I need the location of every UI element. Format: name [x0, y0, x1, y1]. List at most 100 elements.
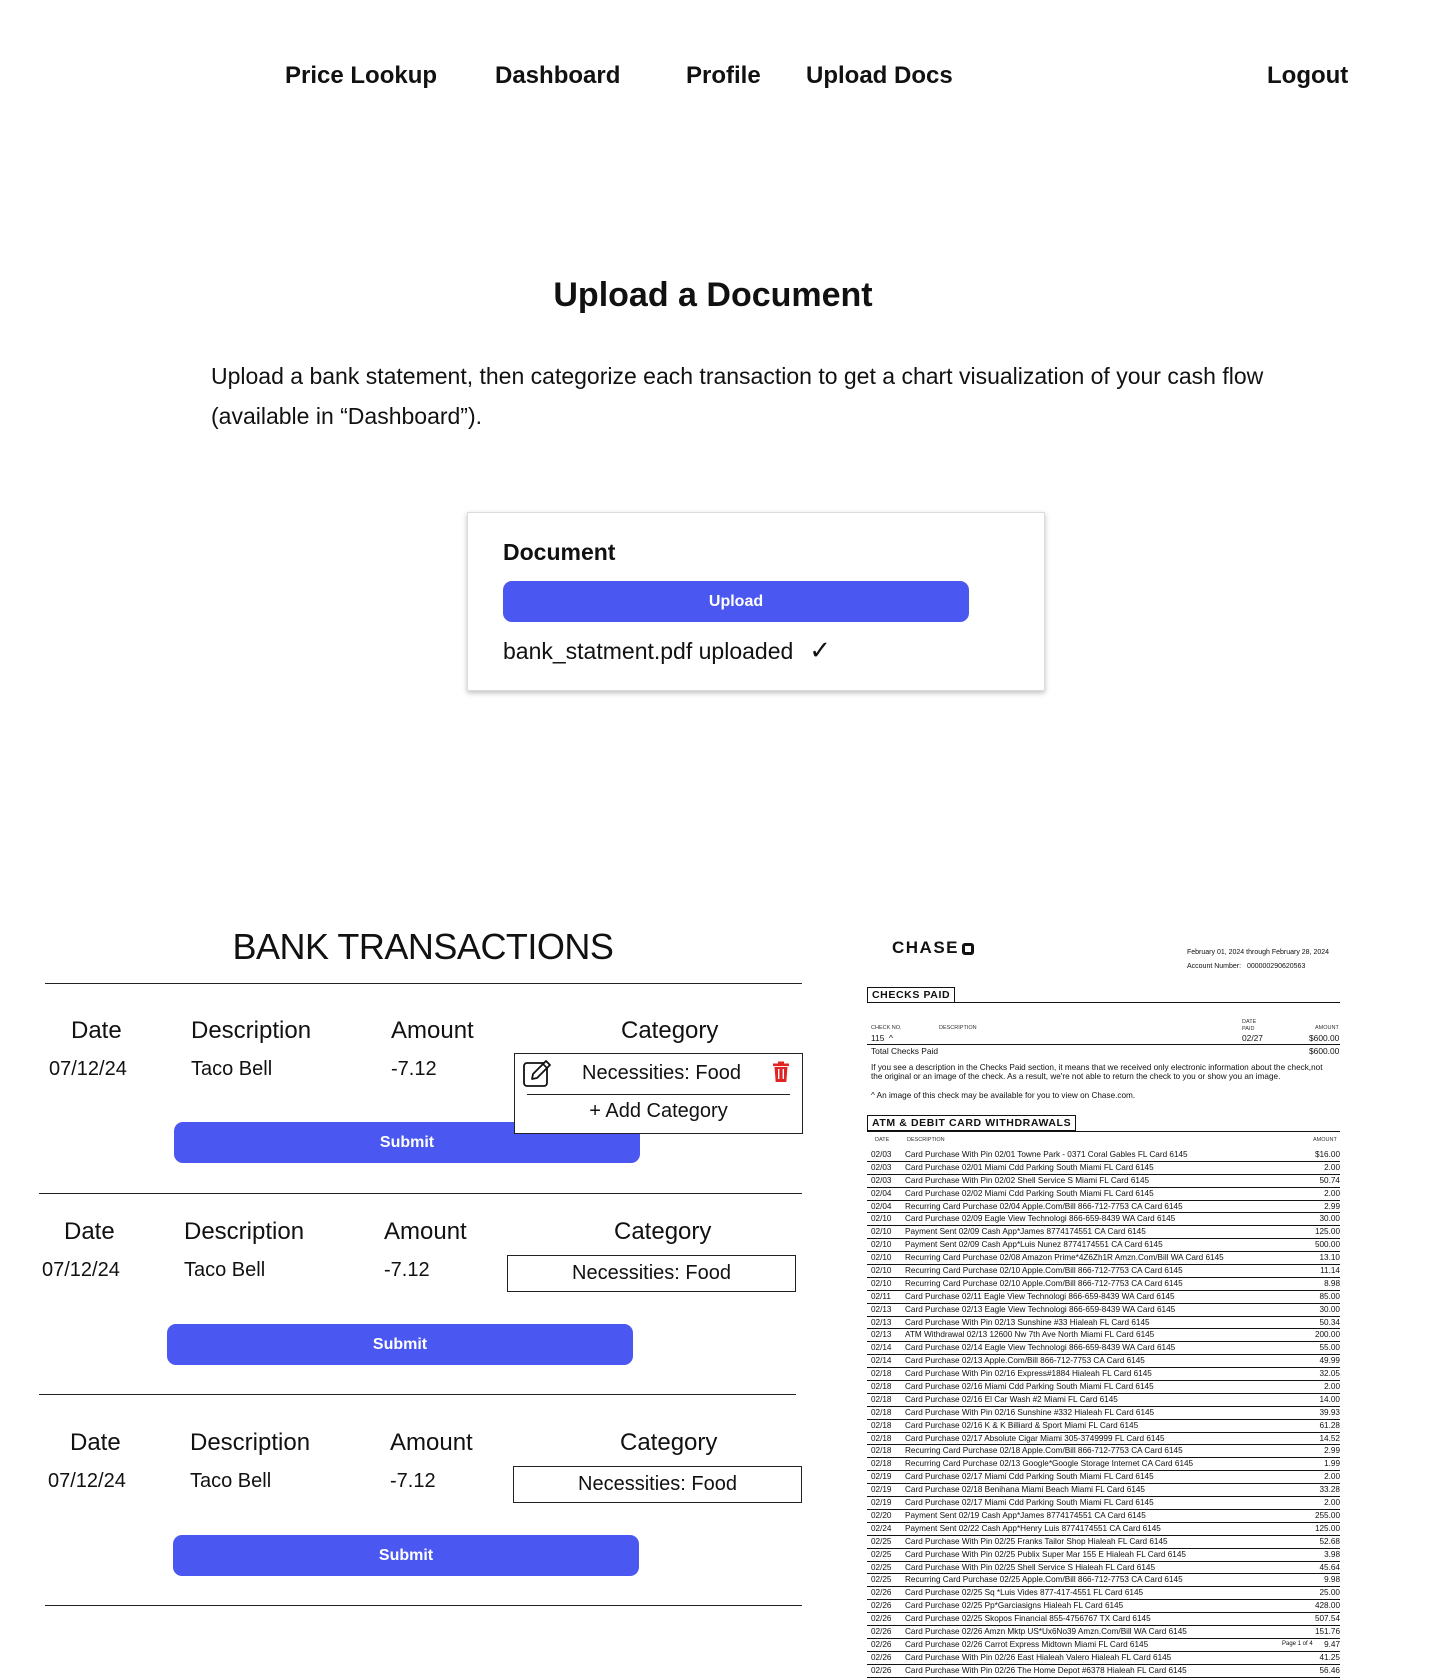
statement-row: 02/14 Card Purchase 02/13 Apple.Com/Bill … [867, 1355, 1341, 1369]
statement-row-date: 02/26 [871, 1626, 892, 1636]
statement-row: 02/26 Card Purchase 02/25 Sq *Luis Vides … [867, 1587, 1341, 1601]
row-rule [867, 1044, 1340, 1045]
statement-row-description: Card Purchase 02/17 Miami Cdd Parking So… [905, 1498, 1154, 1508]
submit-button[interactable]: Submit [173, 1535, 639, 1576]
statement-row-date: 02/03 [871, 1162, 892, 1172]
col-amount: AMOUNT [1315, 1025, 1339, 1031]
statement-row-date: 02/19 [871, 1498, 892, 1508]
statement-row-amount: 55.00 [1319, 1343, 1341, 1353]
statement-row: 02/10 Payment Sent 02/09 Cash App*James 8… [867, 1226, 1340, 1240]
statement-row: 02/18 Card Purchase 02/16 El Car Wash #2 … [867, 1394, 1340, 1407]
chase-logo: CHASE [892, 938, 975, 958]
statement-row-description: Recurring Card Purchase 02/08 Amazon Pri… [905, 1253, 1224, 1263]
upload-button[interactable]: Upload [503, 581, 969, 622]
statement-row-description: Recurring Card Purchase 02/13 Google*Goo… [905, 1459, 1194, 1469]
statement-row-description: Card Purchase With Pin 02/16 Sunshine #3… [905, 1407, 1155, 1417]
statement-row: 02/18 Card Purchase 02/17 Absolute Cigar … [867, 1433, 1340, 1446]
bank-name: CHASE [892, 938, 960, 957]
statement-row: 02/11 Card Purchase 02/11 Eagle View Tech… [867, 1291, 1340, 1304]
statement-row-amount: 2.00 [1324, 1162, 1340, 1172]
check-image-mark: ^ [889, 1033, 893, 1043]
statement-row-description: Payment Sent 02/09 Cash App*James 877417… [905, 1227, 1146, 1237]
statement-row-date: 02/26 [871, 1639, 892, 1649]
statement-row-amount: 428.00 [1314, 1601, 1340, 1611]
statement-row-date: 02/10 [871, 1253, 892, 1263]
statement-row-amount: 49.99 [1319, 1356, 1341, 1366]
statement-row-amount: 9.98 [1324, 1575, 1340, 1585]
transaction-amount: -7.12 [390, 1470, 436, 1492]
statement-row-date: 02/25 [871, 1549, 892, 1559]
check-number-value: 115 [871, 1033, 885, 1043]
statement-row-amount: 125.00 [1314, 1523, 1340, 1533]
statement-row-amount: 2.00 [1324, 1188, 1340, 1198]
upload-status: bank_statment.pdf uploaded ✓ [503, 635, 831, 666]
statement-row-date: 02/18 [871, 1459, 892, 1469]
statement-row-description: Recurring Card Purchase 02/18 Apple.Com/… [905, 1446, 1183, 1456]
statement-period: February 01, 2024 through February 28, 2… [1187, 949, 1330, 956]
transaction-description: Taco Bell [191, 1058, 273, 1080]
statement-row-date: 02/18 [871, 1420, 892, 1430]
trash-icon[interactable] [772, 1061, 790, 1088]
statement-row-amount: 2.00 [1324, 1498, 1340, 1508]
statement-row-date: 02/26 [871, 1652, 892, 1662]
statement-row-amount: 2.00 [1324, 1382, 1340, 1392]
statement-row-description: Card Purchase 02/14 Eagle View Technolog… [905, 1343, 1176, 1353]
statement-row-date: 02/19 [871, 1472, 892, 1482]
statement-row: 02/18 Recurring Card Purchase 02/18 Apple… [867, 1445, 1340, 1459]
statement-row-date: 02/04 [871, 1201, 892, 1211]
nav-upload-docs[interactable]: Upload Docs [806, 62, 953, 90]
withdrawals-heading: ATM & DEBIT CARD WITHDRAWALS [867, 1115, 1077, 1131]
statement-row-amount: 11.14 [1320, 1266, 1340, 1276]
checkmark-icon: ✓ [809, 635, 832, 665]
statement-row-date: 02/24 [871, 1523, 892, 1533]
add-category-option[interactable]: + Add Category [515, 1100, 802, 1123]
statement-row-description: Recurring Card Purchase 02/04 Apple.Com/… [905, 1201, 1183, 1211]
statement-row-description: Card Purchase 02/01 Miami Cdd Parking So… [905, 1162, 1154, 1172]
statement-row-date: 02/10 [871, 1278, 892, 1288]
statement-row: 02/03 Card Purchase With Pin 02/01 Towne … [867, 1149, 1340, 1162]
statement-row-amount: 25.00 [1319, 1588, 1341, 1598]
statement-row-amount: 507.54 [1314, 1614, 1340, 1624]
statement-row-date: 02/14 [871, 1343, 892, 1353]
statement-row-date: 02/10 [871, 1227, 892, 1237]
statement-row-description: Card Purchase 02/26 Carrot Express Midto… [905, 1639, 1149, 1649]
category-header: Category [621, 1017, 719, 1044]
statement-row-date: 02/20 [871, 1510, 892, 1520]
account-number-value: 000000290620563 [1246, 963, 1306, 970]
statement-row: 02/14 Card Purchase 02/14 Eagle View Tech… [867, 1342, 1341, 1356]
statement-row-date: 02/18 [871, 1407, 892, 1417]
category-select[interactable]: Necessities: Food [507, 1255, 796, 1292]
statement-row-date: 02/10 [871, 1266, 892, 1276]
statement-row-date: 02/19 [871, 1485, 892, 1495]
upload-card: Document Upload bank_statment.pdf upload… [467, 512, 1045, 691]
statement-row: 02/04 Recurring Card Purchase 02/04 Apple… [867, 1201, 1340, 1214]
transaction-date: 07/12/24 [42, 1259, 120, 1281]
statement-row: 02/10 Recurring Card Purchase 02/08 Amazo… [867, 1252, 1341, 1266]
statement-row-date: 02/26 [871, 1665, 892, 1675]
statement-row-description: Payment Sent 02/22 Cash App*Henry Luis 8… [905, 1523, 1161, 1533]
statement-row: 02/26 Card Purchase 02/26 Carrot Express … [867, 1639, 1340, 1652]
check-amount: $600.00 [1309, 1033, 1340, 1043]
account-number: Account Number: 000000290620563 [1187, 963, 1305, 970]
statement-row: 02/25 Card Purchase With Pin 02/25 Shell … [867, 1562, 1340, 1575]
statement-row-description: Card Purchase 02/17 Miami Cdd Parking So… [905, 1472, 1154, 1482]
statement-row-description: Card Purchase With Pin 02/25 Franks Tail… [905, 1536, 1168, 1546]
statement-row-description: Card Purchase 02/16 K & K Billiard & Spo… [905, 1420, 1139, 1430]
statement-row-date: 02/25 [871, 1575, 892, 1585]
statement-row-amount: 50.74 [1319, 1175, 1341, 1185]
transaction-description: Taco Bell [190, 1470, 272, 1492]
statement-row-date: 02/13 [871, 1317, 892, 1327]
statement-row-date: 02/13 [871, 1304, 892, 1314]
category-option-selected[interactable]: Necessities: Food [515, 1054, 802, 1092]
statement-row: 02/10 Card Purchase 02/09 Eagle View Tech… [867, 1213, 1340, 1227]
submit-button[interactable]: Submit [167, 1324, 633, 1365]
description-header: Description [184, 1218, 305, 1245]
statement-row: 02/25 Card Purchase With Pin 02/25 Franks… [867, 1536, 1340, 1549]
category-dropdown[interactable]: Necessities: Food + Add Category [514, 1053, 803, 1134]
statement-row-description: Card Purchase With Pin 02/01 Towne Park … [905, 1150, 1188, 1159]
nav-logout[interactable]: Logout [1267, 62, 1348, 90]
category-select[interactable]: Necessities: Food [513, 1466, 802, 1503]
edit-icon[interactable] [521, 1058, 553, 1095]
amount-header: Amount [384, 1218, 467, 1245]
statement-row-amount: 13.10 [1319, 1253, 1341, 1263]
